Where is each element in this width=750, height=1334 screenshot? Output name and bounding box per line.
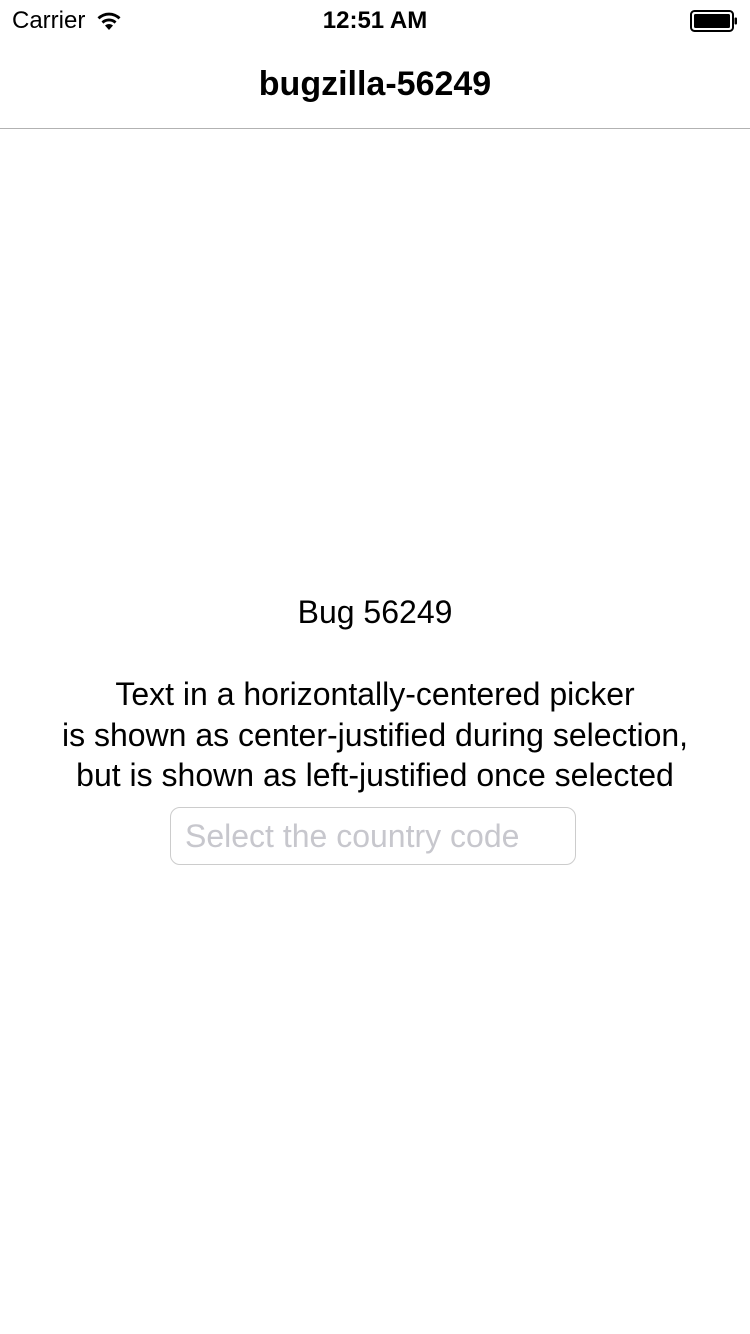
status-bar: Carrier 12:51 AM <box>0 0 750 40</box>
bug-heading: Bug 56249 <box>297 594 453 630</box>
page-title: bugzilla-56249 <box>258 65 492 103</box>
bug-description: Text in a horizontally-centered picker i… <box>0 674 750 796</box>
app-screen: Carrier 12:51 AM bugzilla-56249 Bug 5624… <box>0 0 750 1334</box>
description-line: is shown as center-justified during sele… <box>61 716 689 753</box>
battery-icon <box>690 10 737 32</box>
description-line: Text in a horizontally-centered picker <box>115 676 635 712</box>
navigation-bar: bugzilla-56249 <box>0 40 750 129</box>
description-line: but is shown as left-justified once sele… <box>76 757 674 793</box>
status-time: 12:51 AM <box>322 7 428 34</box>
country-code-picker[interactable] <box>170 807 576 865</box>
